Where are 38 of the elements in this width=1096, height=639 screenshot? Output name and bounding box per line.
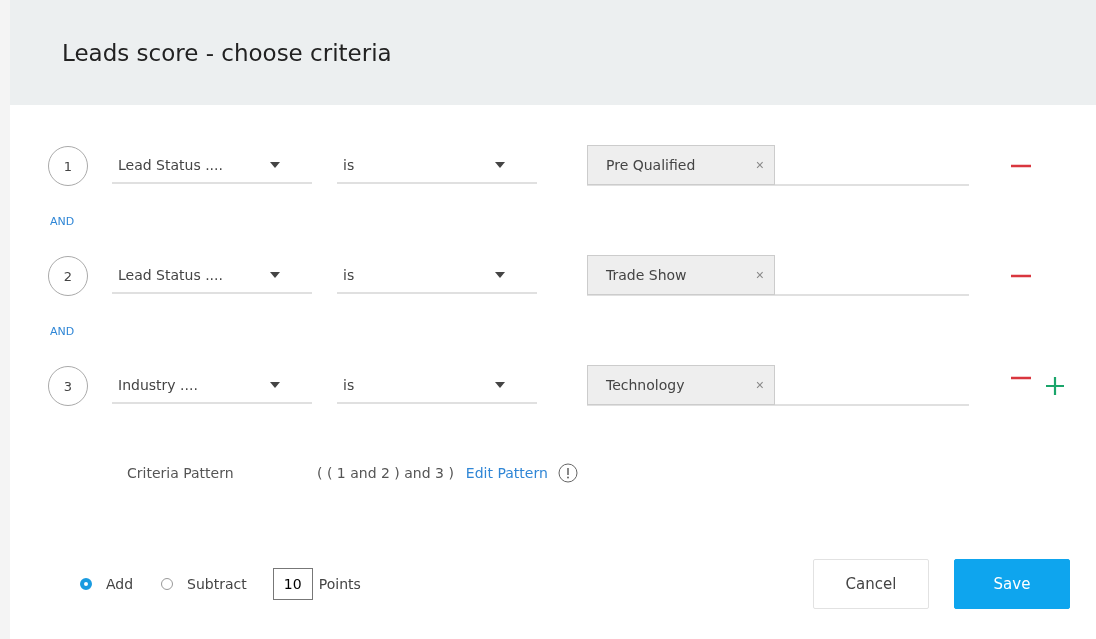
- pattern-value: ( ( 1 and 2 ) and 3 ): [317, 465, 454, 481]
- field-dropdown[interactable]: Industry ....: [112, 368, 312, 404]
- pattern-label: Criteria Pattern: [127, 465, 235, 481]
- plus-icon: [1045, 376, 1065, 396]
- minus-icon: [1011, 376, 1031, 380]
- minus-icon: [1011, 164, 1031, 168]
- radio-circle[interactable]: [80, 578, 92, 590]
- operator-dropdown[interactable]: is: [337, 258, 537, 294]
- score-mode-radio[interactable]: Add: [80, 576, 134, 592]
- score-mode-radio[interactable]: Subtract: [161, 576, 247, 592]
- minus-icon: [1011, 274, 1031, 278]
- dialog-title: Leads score - choose criteria: [62, 39, 392, 66]
- and-connector: AND: [50, 323, 76, 340]
- value-field[interactable]: Technology ×: [587, 366, 969, 406]
- cancel-button[interactable]: Cancel: [813, 559, 929, 609]
- field-dropdown[interactable]: Lead Status ....: [112, 258, 312, 294]
- field-dropdown[interactable]: Lead Status ....: [112, 148, 312, 184]
- radio-label: Add: [106, 576, 134, 592]
- operator-dropdown[interactable]: is: [337, 148, 537, 184]
- caret-icon: [270, 272, 280, 278]
- value-tag: Technology ×: [587, 365, 775, 405]
- radio-circle[interactable]: [161, 578, 174, 590]
- info-icon[interactable]: [557, 463, 578, 483]
- edit-pattern-link[interactable]: Edit Pattern: [465, 465, 548, 481]
- radio-label: Subtract: [187, 576, 247, 592]
- caret-icon: [495, 272, 505, 278]
- caret-icon: [495, 162, 505, 168]
- value-tag: Trade Show ×: [587, 255, 775, 295]
- points-label: Points: [318, 576, 361, 592]
- points-input[interactable]: 10: [272, 568, 313, 600]
- value-tag: Pre Qualified ×: [587, 145, 775, 185]
- caret-icon: [495, 382, 505, 388]
- value-field[interactable]: Pre Qualified ×: [587, 146, 969, 186]
- caret-icon: [270, 162, 280, 168]
- operator-dropdown[interactable]: is: [337, 368, 537, 404]
- caret-icon: [270, 382, 280, 388]
- and-connector: AND: [50, 213, 76, 230]
- value-field[interactable]: Trade Show ×: [587, 256, 969, 296]
